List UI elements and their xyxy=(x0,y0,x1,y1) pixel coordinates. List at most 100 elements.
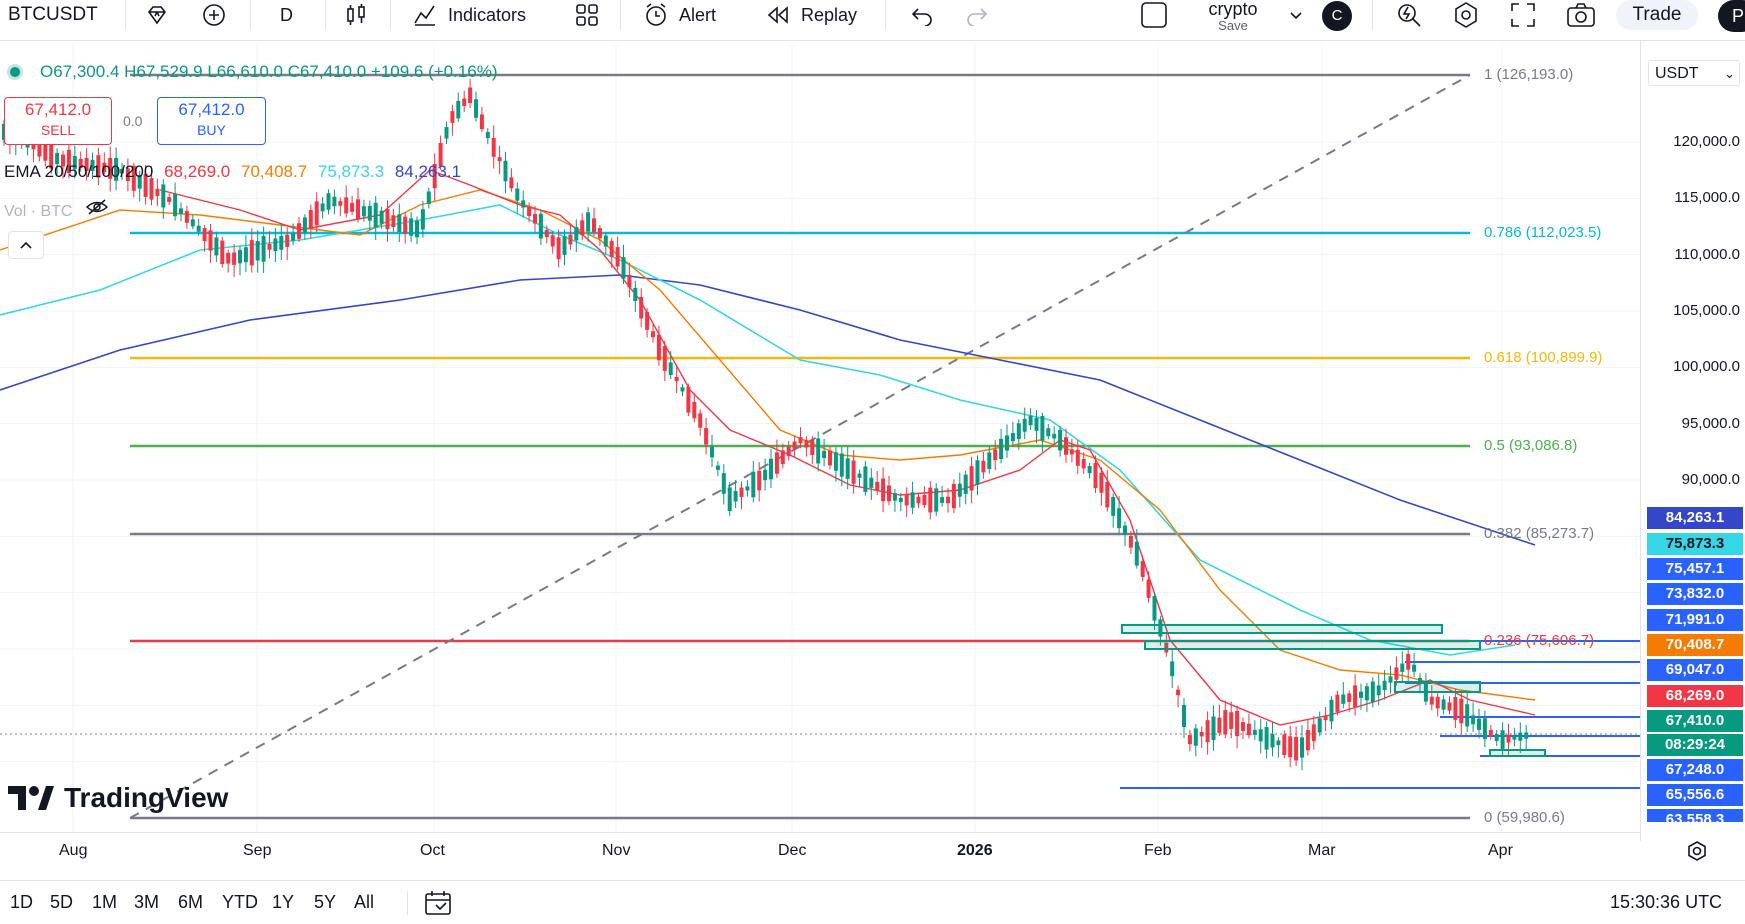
range-button-5d[interactable]: 5D xyxy=(50,881,73,924)
range-button-ytd[interactable]: YTD xyxy=(222,881,258,924)
candle-body xyxy=(232,252,237,265)
candle-body xyxy=(1182,704,1186,728)
time-axis-label: Mar xyxy=(1308,842,1336,859)
buy-button[interactable]: 67,412.0 BUY xyxy=(157,97,266,145)
candle-body xyxy=(1016,423,1021,440)
candle-body xyxy=(1376,685,1381,696)
candle-body xyxy=(645,312,650,330)
low-value: L66,610.0 xyxy=(207,62,283,81)
candle-body xyxy=(910,492,915,508)
buy-price: 67,412.0 xyxy=(178,100,245,119)
candle-body xyxy=(721,473,726,494)
currency-label: USDT xyxy=(1655,65,1699,82)
zone-box xyxy=(1489,749,1546,757)
time-axis-label: Aug xyxy=(59,842,88,859)
candle-body xyxy=(975,460,980,485)
candle-body xyxy=(397,214,402,232)
candle-body xyxy=(279,236,284,250)
candle-body xyxy=(580,220,585,236)
candle-body xyxy=(1264,727,1269,750)
candle-body xyxy=(1028,415,1033,426)
candle-body xyxy=(261,235,266,262)
candle-body xyxy=(344,197,349,214)
price-tag: 65,556.6 xyxy=(1647,784,1743,806)
candle-body xyxy=(1081,458,1086,469)
candle-body xyxy=(515,188,520,201)
range-button-1d[interactable]: 1D xyxy=(10,881,33,924)
ema-title: EMA 20/50/100/200 xyxy=(4,162,154,181)
candle-body xyxy=(869,477,874,488)
chevron-up-icon xyxy=(20,241,32,249)
range-button-6m[interactable]: 6M xyxy=(178,881,203,924)
collapse-legend-button[interactable] xyxy=(8,231,44,259)
candle-body xyxy=(733,491,738,502)
candle-body xyxy=(904,494,909,506)
candle-body xyxy=(444,127,449,139)
candle-body xyxy=(1193,728,1198,746)
spread-value: 0.0 xyxy=(123,113,143,129)
candle-body xyxy=(1199,731,1204,737)
candle-body xyxy=(603,235,608,247)
candle-body xyxy=(184,210,189,223)
candle-body xyxy=(957,483,962,497)
candle-body xyxy=(314,201,319,226)
range-button-1y[interactable]: 1Y xyxy=(272,881,294,924)
time-axis[interactable] xyxy=(0,832,1640,833)
volume-legend[interactable]: Vol · BTC xyxy=(4,198,109,221)
range-button-3m[interactable]: 3M xyxy=(134,881,159,924)
candle-body xyxy=(291,233,296,241)
candle-body xyxy=(1217,717,1222,733)
candle-body xyxy=(479,114,484,130)
status-dot xyxy=(10,67,20,77)
time-axis-settings[interactable] xyxy=(1686,840,1708,867)
candle-body xyxy=(538,213,543,239)
candle-body xyxy=(1075,449,1080,466)
candle-body xyxy=(527,206,532,217)
go-to-date-button[interactable] xyxy=(424,890,452,921)
candle-body xyxy=(828,450,832,466)
ema-legend[interactable]: EMA 20/50/100/200 68,269.0 70,408.7 75,8… xyxy=(4,162,461,182)
candle-body xyxy=(680,387,685,392)
price-axis-label: 115,000.0 xyxy=(1674,189,1740,207)
time-axis-label: Feb xyxy=(1144,842,1172,859)
candle-body xyxy=(503,160,508,182)
candle-body xyxy=(833,452,838,471)
candle-body xyxy=(1187,735,1192,745)
time-axis-label: Oct xyxy=(420,842,445,859)
candle-body xyxy=(1140,561,1145,577)
candle-body xyxy=(1518,732,1523,741)
range-button-all[interactable]: All xyxy=(354,881,374,924)
time-axis-label: Nov xyxy=(602,842,631,859)
candle-body xyxy=(267,244,272,250)
zone-box xyxy=(1144,640,1481,650)
candle-body xyxy=(415,220,419,238)
candle-body xyxy=(226,252,231,264)
price-tag: 71,991.0 xyxy=(1647,609,1743,631)
range-button-5y[interactable]: 5Y xyxy=(314,881,336,924)
candle-body xyxy=(533,213,537,224)
candle-body xyxy=(1370,681,1375,703)
candle-body xyxy=(302,217,307,233)
candle-body xyxy=(946,496,950,504)
utc-clock[interactable]: 15:30:36 UTC xyxy=(1610,881,1722,924)
sell-button[interactable]: 67,412.0 SELL xyxy=(4,97,112,145)
candle-body xyxy=(1040,416,1045,441)
price-axis-label: 100,000.0 xyxy=(1673,358,1740,376)
price-tag: 69,047.0 xyxy=(1647,659,1743,681)
tradingview-logo[interactable]: TradingView xyxy=(8,780,228,816)
currency-selector[interactable]: USDT ⌄ xyxy=(1648,60,1740,86)
candle-body xyxy=(361,206,366,217)
ema20-value: 68,269.0 xyxy=(164,162,231,181)
candle-body xyxy=(1117,508,1122,529)
candle-body xyxy=(403,216,408,234)
price-tag: 75,873.3 xyxy=(1647,533,1743,555)
candle-body xyxy=(987,452,992,469)
candle-body xyxy=(1506,734,1511,743)
candle-body xyxy=(497,157,502,162)
price-tag: 67,410.0 xyxy=(1647,710,1743,732)
candle-body xyxy=(757,470,762,491)
time-axis-label: Sep xyxy=(243,842,272,859)
candle-body xyxy=(273,238,278,252)
candle-body xyxy=(556,237,561,260)
range-button-1m[interactable]: 1M xyxy=(92,881,117,924)
